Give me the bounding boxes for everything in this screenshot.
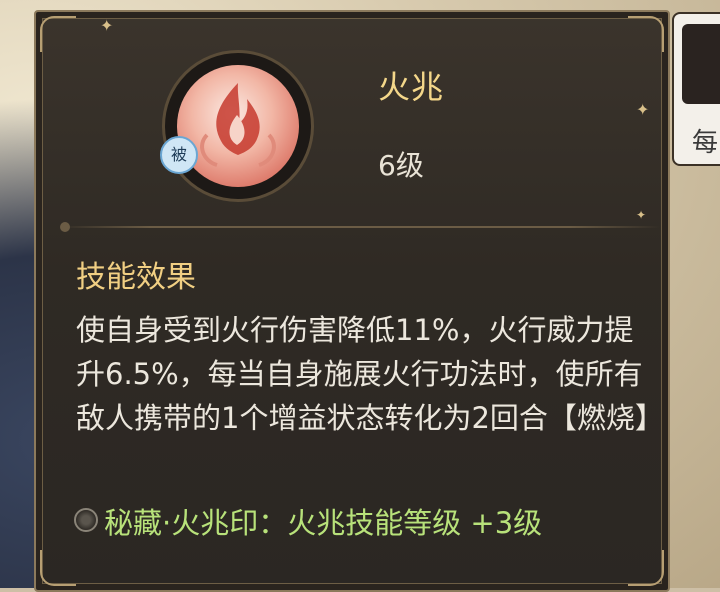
sparkle-icon: ✦ bbox=[100, 16, 114, 35]
skill-level: 6级 bbox=[378, 149, 424, 182]
corner-ornament bbox=[40, 550, 76, 586]
bonus-text: 秘藏·火兆印：火兆技能等级 +3级 bbox=[104, 506, 543, 540]
divider-ornament bbox=[60, 222, 70, 232]
passive-badge: 被 bbox=[160, 136, 198, 174]
side-card-image bbox=[682, 24, 720, 104]
corner-ornament bbox=[40, 16, 76, 52]
skill-name: 火兆 bbox=[378, 68, 445, 106]
corner-ornament bbox=[628, 550, 664, 586]
skill-icon[interactable] bbox=[162, 50, 314, 202]
flame-icon bbox=[177, 65, 299, 187]
divider bbox=[60, 226, 660, 228]
sparkle-icon: ✦ bbox=[636, 100, 650, 119]
side-card[interactable]: 每 bbox=[672, 12, 720, 166]
effect-description: 使自身受到火行伤害降低11%，火行威力提升6.5%，每当自身施展火行功法时，使所… bbox=[76, 313, 664, 435]
corner-ornament bbox=[628, 16, 664, 52]
sparkle-icon: ✦ bbox=[636, 208, 647, 222]
swirl-icon bbox=[74, 508, 98, 532]
effect-heading: 技能效果 bbox=[76, 260, 196, 295]
side-card-text: 每 bbox=[692, 128, 719, 158]
